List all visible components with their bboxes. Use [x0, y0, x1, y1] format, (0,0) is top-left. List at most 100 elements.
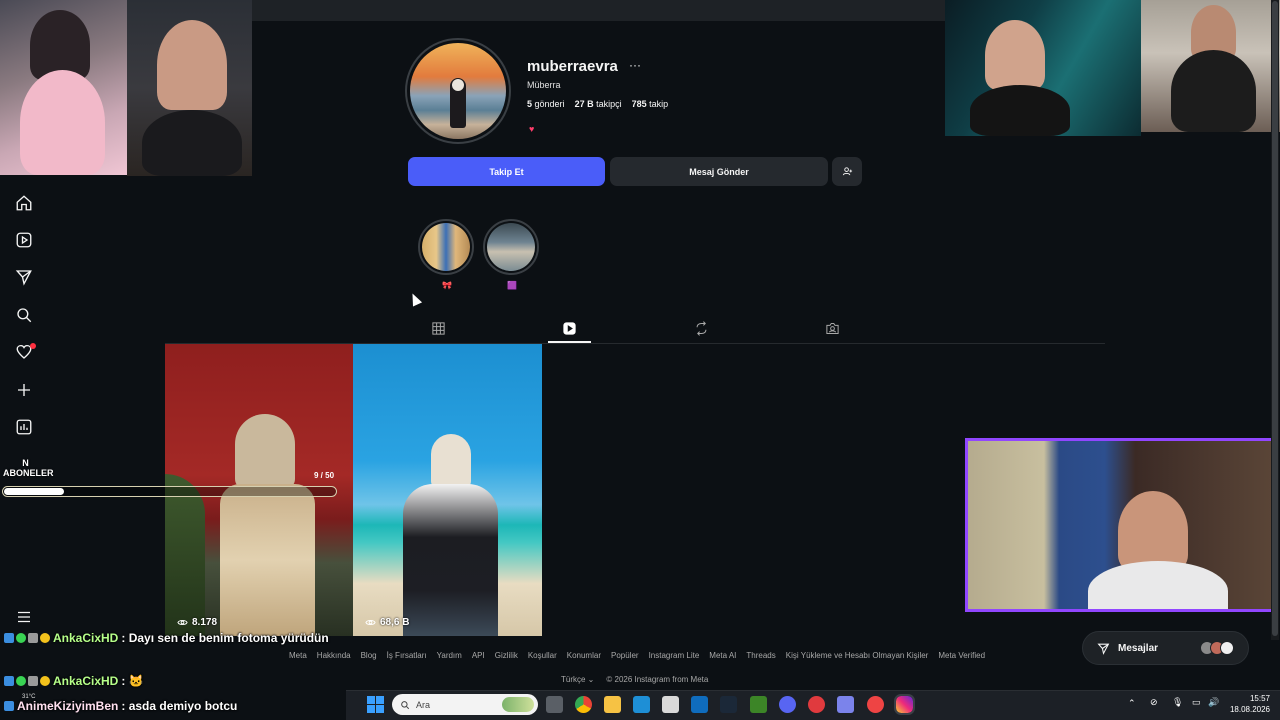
taskbar-search-input[interactable]: Ara [392, 694, 538, 715]
home-icon[interactable] [14, 193, 34, 213]
profile-avatar[interactable] [405, 38, 511, 144]
windows-start-icon[interactable] [367, 696, 384, 713]
search-icon [401, 700, 410, 709]
footer-link[interactable]: API [472, 651, 485, 660]
grid-icon[interactable] [429, 319, 447, 337]
reel-thumbnail-2[interactable]: 68,6 B [353, 344, 542, 636]
reels-icon[interactable] [560, 319, 578, 337]
chat-username[interactable]: AnkaCixHD [53, 674, 118, 688]
task-view-icon[interactable] [546, 696, 563, 713]
menu-icon[interactable] [14, 607, 34, 627]
clock-date: 18.08.2026 [1229, 705, 1270, 714]
steam-icon[interactable] [720, 696, 737, 713]
reel-view-count-2: 68,6 B [365, 617, 409, 628]
footer-link[interactable]: Kişi Yükleme ve Hesabı Olmayan Kişiler [786, 651, 929, 660]
webcam-feed-4 [1141, 0, 1280, 132]
obs-icon[interactable] [867, 696, 884, 713]
following-count[interactable]: 785 takip [632, 99, 669, 109]
messages-label: Mesajlar [1118, 642, 1159, 654]
create-plus-icon[interactable] [14, 380, 34, 400]
volume-icon[interactable]: 🔊 [1208, 697, 1219, 708]
chat-message-2: AnkaCixHD : 🐱 [4, 674, 144, 688]
follow-button[interactable]: Takip Et [408, 157, 605, 186]
footer-link[interactable]: Konumlar [567, 651, 601, 660]
language-selector[interactable]: Türkçe ⌄ [561, 675, 594, 684]
subscriber-goal-label: N ABONELER [3, 458, 54, 478]
store-icon[interactable] [662, 696, 679, 713]
network-icon[interactable]: ⊘ [1150, 697, 1158, 708]
profile-full-name: Müberra [527, 80, 561, 90]
bio-heart-icon: ♥ [529, 124, 535, 134]
webcam-feed-3 [945, 0, 1141, 136]
chat-message-3: AnimeKiziyimBen : asda demiyo botcu [4, 699, 237, 713]
footer-link[interactable]: Hakkında [317, 651, 351, 660]
reels-nav-icon[interactable] [14, 230, 34, 250]
chat-badges [4, 676, 50, 686]
posts-count: 5 gönderi [527, 99, 565, 109]
footer-link[interactable]: Blog [361, 651, 377, 660]
browser-top-bar [252, 0, 945, 21]
subscriber-goal-count: 9 / 50 [314, 471, 335, 480]
messages-avatars [1200, 641, 1234, 655]
footer-link[interactable]: Gizlilik [495, 651, 518, 660]
message-button[interactable]: Mesaj Gönder [610, 157, 828, 186]
footer-link[interactable]: Koşullar [528, 651, 557, 660]
direct-send-icon[interactable] [14, 267, 34, 287]
avatar [1220, 641, 1234, 655]
footer-link[interactable]: Popüler [611, 651, 639, 660]
teams-icon[interactable] [837, 696, 854, 713]
repost-icon[interactable] [692, 319, 710, 337]
search-icon[interactable] [14, 305, 34, 325]
search-placeholder: Ara [416, 699, 431, 710]
chat-username[interactable]: AnkaCixHD [53, 631, 118, 645]
taskbar-clock[interactable]: 15:57 18.08.2026 [1226, 693, 1270, 715]
footer-link[interactable]: İş Fırsatları [387, 651, 427, 660]
chevron-up-icon[interactable]: ⌃ [1128, 698, 1136, 709]
dashboard-icon[interactable] [14, 417, 34, 437]
display-icon[interactable]: ▭ [1192, 697, 1201, 708]
chat-username[interactable]: AnimeKiziyimBen [17, 699, 118, 713]
subscriber-goal-fill [4, 488, 64, 495]
eye-icon [365, 619, 376, 626]
footer-link[interactable]: Threads [746, 651, 775, 660]
chat-badges [4, 701, 14, 711]
microphone-icon[interactable]: 🎙 [1172, 697, 1183, 708]
footer-link[interactable]: Meta [289, 651, 307, 660]
followers-count[interactable]: 27 B takipçi [575, 99, 622, 109]
discord-icon[interactable] [779, 696, 796, 713]
notifications-heart-icon[interactable] [14, 342, 36, 362]
mouse-cursor [407, 291, 423, 307]
profile-stats: 5 gönderi 27 B takipçi 785 takip [527, 99, 668, 109]
story-highlight-1[interactable] [418, 219, 474, 275]
footer-link[interactable]: Yardım [437, 651, 462, 660]
chrome-icon[interactable] [575, 696, 592, 713]
messages-pill[interactable]: Mesajlar [1082, 631, 1249, 665]
profile-username: muberraevra [527, 58, 618, 75]
tagged-icon[interactable] [823, 319, 841, 337]
direct-send-icon [1097, 643, 1110, 655]
file-explorer-icon[interactable] [604, 696, 621, 713]
more-options-icon[interactable]: ··· [629, 58, 641, 72]
minecraft-icon[interactable] [750, 696, 767, 713]
footer-links: Meta Hakkında Blog İş Fırsatları Yardım API Gi… [289, 651, 985, 660]
media-player-icon[interactable] [808, 696, 825, 713]
add-person-icon[interactable] [832, 157, 862, 186]
copyright: © 2026 Instagram from Meta [606, 675, 709, 684]
webcam-feed-2 [127, 0, 252, 176]
chat-message-1: AnkaCixHD : Dayı sen de benim fotoma yür… [4, 631, 329, 645]
reel-view-count-1: 8.178 [177, 617, 217, 628]
instagram-icon[interactable] [894, 694, 915, 715]
story-highlight-2[interactable] [483, 219, 539, 275]
chat-badges [4, 633, 50, 643]
footer-link[interactable]: Instagram Lite [649, 651, 700, 660]
footer-link[interactable]: Meta Verified [938, 651, 985, 660]
highlight-label-1: 🎀 [442, 281, 452, 290]
highlight-label-2: 🟪 [507, 281, 517, 290]
footer-link[interactable]: Meta AI [709, 651, 736, 660]
chat-text: : 🐱 [121, 674, 144, 688]
monitor-app-icon[interactable] [633, 696, 650, 713]
footer-meta: Türkçe ⌄ © 2026 Instagram from Meta [561, 675, 708, 684]
outlook-icon[interactable] [691, 696, 708, 713]
screen: muberraevra ··· Müberra 5 gönderi 27 B t… [0, 0, 1280, 720]
scrollbar-thumb[interactable] [1272, 1, 1278, 636]
